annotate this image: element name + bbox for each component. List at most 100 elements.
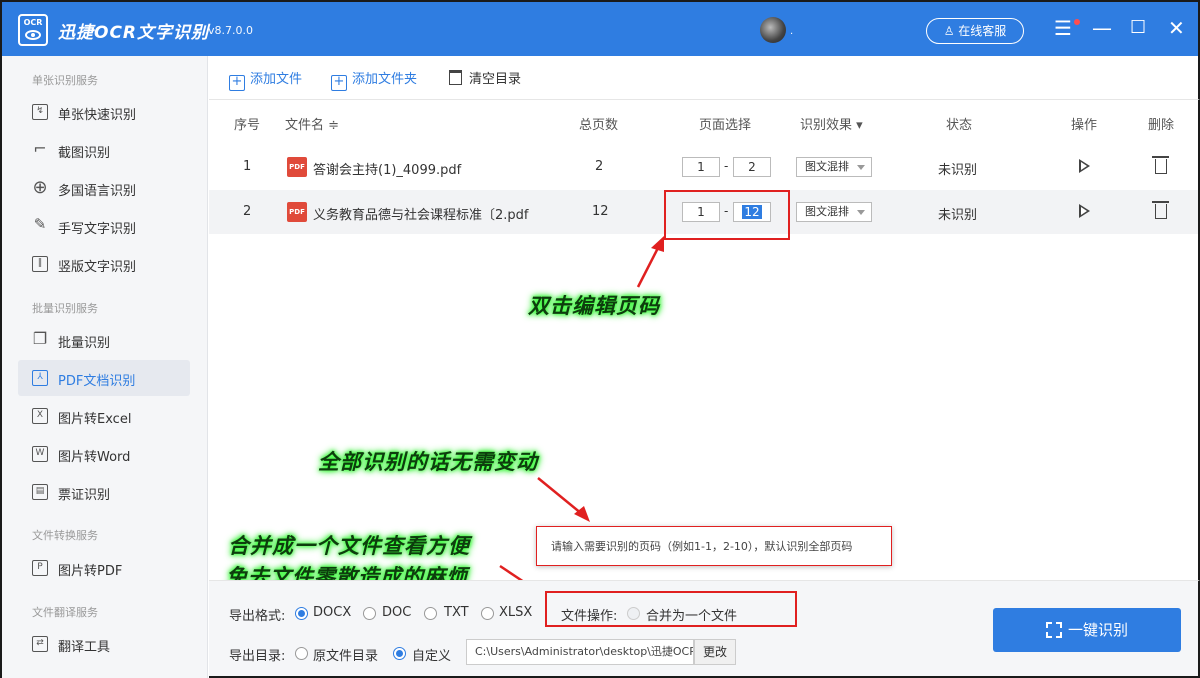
sidebar-item-to-pdf[interactable]: P 图片转PDF	[18, 550, 190, 586]
start-recognition-button[interactable]: 一键识别	[993, 608, 1181, 652]
globe-icon: ⊕	[32, 177, 48, 198]
add-file-label: 添加文件	[250, 72, 303, 87]
minimize-icon[interactable]: —	[1092, 16, 1112, 40]
ocr-logo-icon: OCR	[18, 14, 48, 46]
sidebar-item-pdf[interactable]: ⅄ PDF文档识别	[18, 360, 190, 396]
header-index: 序号	[234, 118, 261, 133]
header-page-select: 页面选择	[699, 118, 752, 133]
clear-list-label: 清空目录	[469, 72, 522, 87]
notification-dot	[1074, 19, 1080, 25]
play-icon[interactable]	[1079, 159, 1090, 173]
effect-dropdown[interactable]: 图文混排	[796, 157, 872, 177]
sidebar-item-label: 图片转PDF	[58, 564, 123, 579]
pdf-convert-icon: P	[32, 560, 48, 576]
sidebar-item-label: PDF文档识别	[58, 374, 136, 389]
support-label: 在线客服	[958, 24, 1007, 38]
sidebar-item-label: 多国语言识别	[58, 184, 137, 199]
page-range-tooltip: 请输入需要识别的页码（例如1-1，2-10），默认识别全部页码	[536, 526, 892, 566]
header-total-pages: 总页数	[579, 118, 619, 133]
sidebar-item-excel[interactable]: X 图片转Excel	[18, 398, 190, 434]
avatar-suffix: .	[790, 26, 794, 37]
sidebar-item-handwriting[interactable]: ✎ 手写文字识别	[18, 208, 190, 244]
format-txt-radio[interactable]	[424, 607, 437, 620]
add-folder-label: 添加文件夹	[352, 72, 418, 87]
section-title: 文件转换服务	[32, 529, 98, 542]
bottom-panel: 导出格式: DOCX DOC TXT XLSX 文件操作: 合并为一个文件 导出…	[209, 580, 1200, 678]
merge-radio[interactable]	[627, 607, 640, 620]
header-status: 状态	[946, 118, 973, 133]
row-status: 未识别	[938, 208, 978, 223]
annotation-no-change: 全部识别的话无需变动	[318, 450, 538, 474]
sidebar-item-word[interactable]: W 图片转Word	[18, 436, 190, 472]
header-filename[interactable]: 文件名 ≑	[285, 114, 339, 133]
sidebar-item-label: 竖版文字识别	[58, 260, 137, 275]
sidebar-item-label: 截图识别	[58, 146, 111, 161]
toolbar: + 添加文件 + 添加文件夹 清空目录	[209, 56, 1200, 100]
dir-source-label: 原文件目录	[313, 649, 379, 664]
sidebar-item-single-quick[interactable]: ↯ 单张快速识别	[18, 94, 190, 130]
table-row[interactable]: 1 PDF 答谢会主持(1)_4099.pdf 2 1 - 2 图文混排 未识别	[209, 145, 1198, 189]
excel-icon: X	[32, 408, 48, 424]
sidebar-item-vertical[interactable]: ‖ 竖版文字识别	[18, 246, 190, 282]
add-file-button[interactable]: + 添加文件	[229, 68, 303, 91]
effect-dropdown[interactable]: 图文混排	[796, 202, 872, 222]
sidebar-item-label: 翻译工具	[58, 640, 111, 655]
delete-icon[interactable]	[1152, 201, 1169, 219]
dir-custom-radio[interactable]	[393, 647, 406, 660]
single-image-icon: ↯	[32, 104, 48, 120]
eye-icon	[25, 30, 41, 40]
chevron-down-icon	[857, 165, 865, 170]
vertical-text-icon: ‖	[32, 256, 48, 272]
format-xlsx-radio[interactable]	[481, 607, 494, 620]
change-dir-button[interactable]: 更改	[694, 639, 736, 665]
export-dir-label: 导出目录:	[229, 649, 286, 664]
logo-text: OCR	[23, 18, 43, 27]
delete-icon[interactable]	[1152, 156, 1169, 174]
format-docx-label: DOCX	[313, 605, 352, 620]
sidebar-item-batch[interactable]: ❐ 批量识别	[18, 322, 190, 358]
sidebar-item-multilang[interactable]: ⊕ 多国语言识别	[18, 170, 190, 206]
clear-list-button[interactable]: 清空目录	[449, 68, 521, 88]
sidebar-item-translate[interactable]: ⇄ 翻译工具	[18, 626, 190, 662]
pdf-doc-icon: ⅄	[32, 370, 48, 386]
row-index: 1	[243, 159, 252, 174]
pdf-file-icon: PDF	[287, 157, 307, 177]
menu-icon[interactable]: ☰	[1054, 16, 1072, 40]
close-icon[interactable]: ✕	[1168, 16, 1185, 40]
plus-icon: +	[331, 75, 347, 91]
row-status: 未识别	[938, 163, 978, 178]
person-icon: ♙	[943, 24, 959, 38]
plus-icon: +	[229, 75, 245, 91]
maximize-icon[interactable]: ☐	[1130, 16, 1146, 40]
trash-icon	[449, 70, 462, 85]
format-txt-label: TXT	[444, 605, 469, 620]
play-icon[interactable]	[1079, 204, 1090, 218]
sidebar: 单张识别服务 ↯ 单张快速识别 ⌐ 截图识别 ⊕ 多国语言识别 ✎ 手写文字识别…	[0, 56, 208, 678]
export-path-input[interactable]: C:\Users\Administrator\desktop\迅捷OCR文	[466, 639, 694, 665]
header-effect[interactable]: 识别效果 ▾	[800, 114, 863, 133]
user-avatar[interactable]	[760, 17, 786, 43]
row-filename: 答谢会主持(1)_4099.pdf	[313, 163, 462, 178]
online-support-button[interactable]: ♙ 在线客服	[926, 18, 1024, 44]
batch-icon: ❐	[32, 329, 48, 348]
row-index: 2	[243, 204, 252, 219]
app-title: 迅捷OCR文字识别	[58, 23, 210, 43]
dir-source-radio[interactable]	[295, 647, 308, 660]
section-title: 单张识别服务	[32, 74, 98, 87]
row-total-pages: 12	[592, 204, 609, 219]
annotation-double-click: 双击编辑页码	[528, 294, 660, 318]
effect-value: 图文混排	[805, 160, 849, 173]
format-docx-radio[interactable]	[295, 607, 308, 620]
page-from-input[interactable]: 1	[682, 157, 720, 177]
add-folder-button[interactable]: + 添加文件夹	[331, 68, 418, 91]
row-total-pages: 2	[595, 159, 604, 174]
file-operation-label: 文件操作:	[561, 609, 618, 624]
crop-icon: ⌐	[33, 139, 47, 158]
sidebar-item-ticket[interactable]: ▤ 票证识别	[18, 474, 190, 510]
ticket-icon: ▤	[32, 484, 48, 500]
sidebar-item-screenshot[interactable]: ⌐ 截图识别	[18, 132, 190, 168]
app-version: v8.7.0.0	[208, 24, 253, 37]
format-doc-radio[interactable]	[363, 607, 376, 620]
page-to-input[interactable]: 2	[733, 157, 771, 177]
effect-value: 图文混排	[805, 205, 849, 218]
